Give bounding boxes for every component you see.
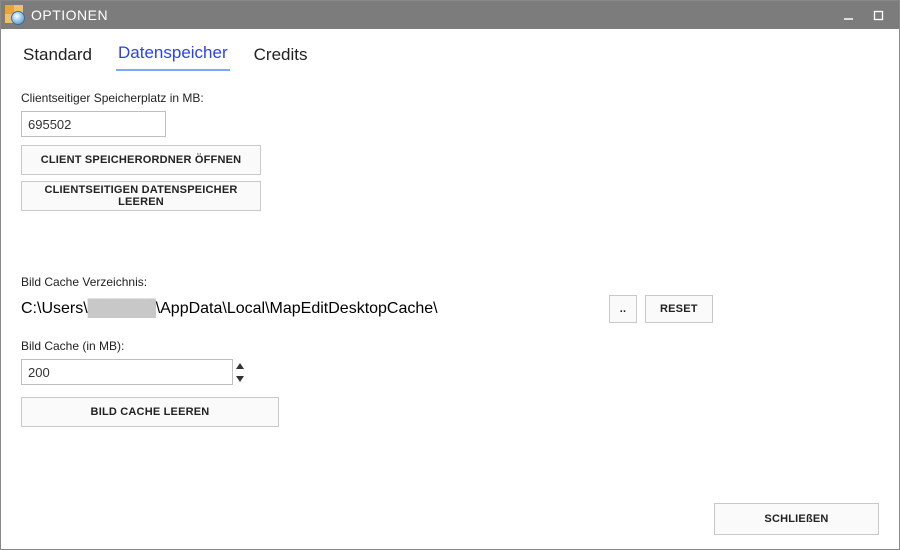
- image-cache-size-stepper[interactable]: [21, 359, 247, 385]
- maximize-button[interactable]: [863, 1, 893, 29]
- minimize-icon: [843, 10, 854, 21]
- open-client-folder-button[interactable]: CLIENT SPEICHERORDNER ÖFFNEN: [21, 145, 261, 175]
- footer: SCHLIEßEN: [21, 493, 879, 535]
- image-cache-size-label: Bild Cache (in MB):: [21, 339, 879, 353]
- minimize-button[interactable]: [833, 1, 863, 29]
- maximize-icon: [873, 10, 884, 21]
- stepper-up-button[interactable]: [233, 359, 247, 372]
- client-storage-input[interactable]: [21, 111, 166, 137]
- image-cache-size-input[interactable]: [21, 359, 233, 385]
- image-cache-dir-suffix: \AppData\Local\MapEditDesktopCache\: [156, 300, 438, 318]
- titlebar: OPTIONEN: [1, 1, 899, 29]
- reset-dir-button[interactable]: RESET: [645, 295, 713, 323]
- image-cache-dir-label: Bild Cache Verzeichnis:: [21, 275, 879, 289]
- content-area: Standard Datenspeicher Credits Clientsei…: [1, 29, 899, 549]
- tab-credits[interactable]: Credits: [252, 41, 310, 71]
- image-cache-dir-redacted: ██████: [88, 300, 156, 318]
- app-icon: [5, 5, 25, 25]
- tab-bar: Standard Datenspeicher Credits: [21, 39, 879, 71]
- stepper-controls: [233, 359, 247, 385]
- stepper-down-button[interactable]: [233, 372, 247, 385]
- window-title: OPTIONEN: [31, 7, 108, 23]
- browse-dir-button[interactable]: ..: [609, 295, 637, 323]
- client-storage-label: Clientseitiger Speicherplatz in MB:: [21, 91, 879, 105]
- clear-image-cache-button[interactable]: BILD CACHE LEEREN: [21, 397, 279, 427]
- image-cache-dir-prefix: C:\Users\: [21, 300, 88, 318]
- chevron-up-icon: [236, 363, 244, 369]
- chevron-down-icon: [236, 376, 244, 382]
- image-cache-dir-input[interactable]: C:\Users\██████\AppData\Local\MapEditDes…: [21, 295, 601, 323]
- options-window: OPTIONEN Standard Datenspeicher Credits …: [0, 0, 900, 550]
- close-button[interactable]: SCHLIEßEN: [714, 503, 879, 535]
- tab-standard[interactable]: Standard: [21, 41, 94, 71]
- clear-client-storage-button[interactable]: CLIENTSEITIGEN DATENSPEICHER LEEREN: [21, 181, 261, 211]
- tab-datenspeicher[interactable]: Datenspeicher: [116, 39, 230, 71]
